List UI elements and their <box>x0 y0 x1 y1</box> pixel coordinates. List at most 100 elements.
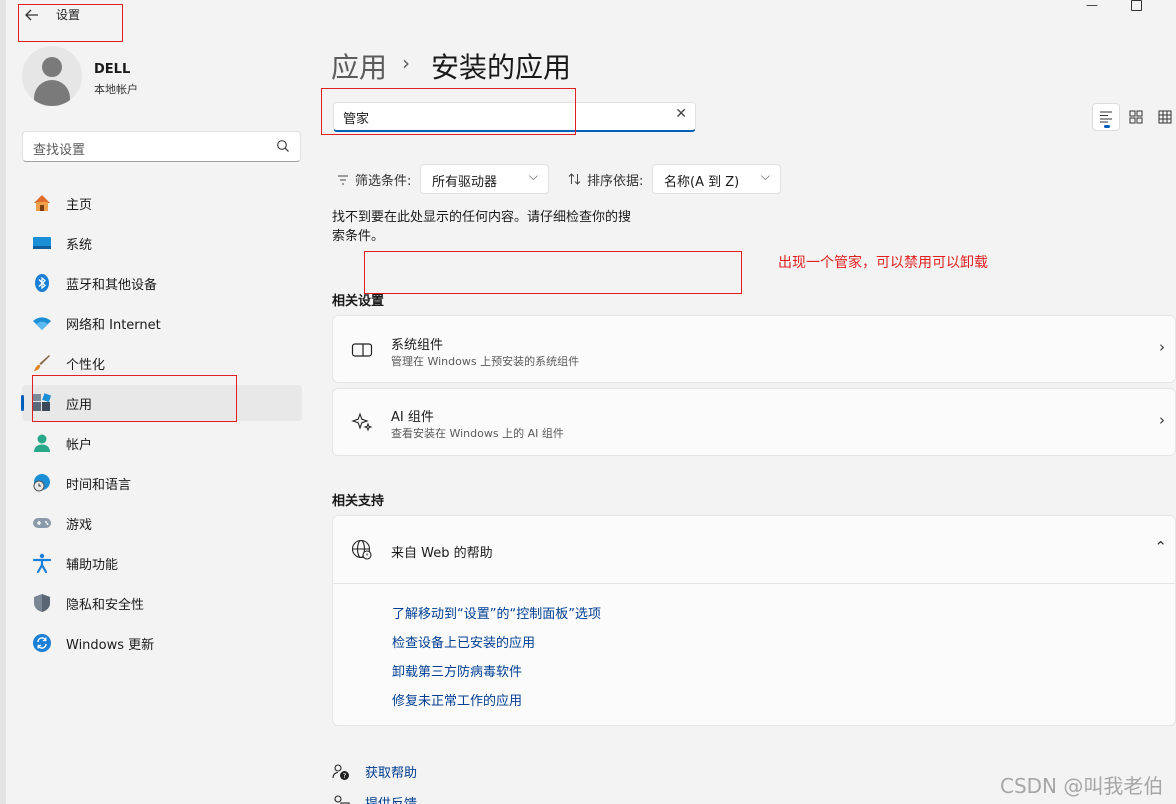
maximize-button[interactable] <box>1131 0 1142 11</box>
sidebar-item-label: 主页 <box>66 198 93 213</box>
avatar[interactable] <box>22 46 82 106</box>
annotation-box-title <box>18 4 123 42</box>
sidebar-item-bluetooth[interactable]: 蓝牙和其他设备 <box>22 265 302 301</box>
get-help-link[interactable]: ? 获取帮助 <box>332 762 482 781</box>
sidebar-item-label: 时间和语言 <box>66 478 132 493</box>
gamepad-icon <box>32 513 52 533</box>
avatar-head <box>42 57 62 77</box>
user-name: DELL <box>94 62 131 77</box>
shield-icon <box>32 593 52 613</box>
web-help-card: 来自 Web 的帮助 ⌃ 了解移动到“设置”的“控制面板”选项 检查设备上已安装… <box>332 515 1176 726</box>
help-link[interactable]: 了解移动到“设置”的“控制面板”选项 <box>392 603 601 622</box>
filter-label-text: 筛选条件: <box>355 174 412 189</box>
home-icon <box>32 193 52 213</box>
related-settings-title: 相关设置 <box>332 294 385 309</box>
feedback-label: 提供反馈 <box>365 793 417 804</box>
active-indicator <box>21 395 24 411</box>
globe-icon <box>351 539 372 560</box>
sidebar-item-accessibility[interactable]: 辅助功能 <box>22 545 302 581</box>
wifi-icon <box>32 313 52 333</box>
sidebar-item-label: 帐户 <box>66 438 93 453</box>
system-icon <box>32 233 52 253</box>
grid-view-button[interactable] <box>1151 103 1176 131</box>
brush-icon <box>32 353 52 373</box>
ai-components-card[interactable]: AI 组件 查看安装在 Windows 上的 AI 组件 › <box>332 388 1176 456</box>
sort-label-text: 排序依据: <box>587 174 644 189</box>
annotation-box-apps <box>32 375 237 422</box>
search-icon <box>277 140 289 152</box>
window-left-edge <box>0 0 6 804</box>
sidebar-item-label: 系统 <box>66 238 93 253</box>
help-link[interactable]: 检查设备上已安装的应用 <box>392 632 535 651</box>
list-view-button[interactable] <box>1092 103 1120 131</box>
bluetooth-icon <box>32 273 52 293</box>
sidebar-item-label: 游戏 <box>66 518 93 533</box>
sort-icon <box>568 173 581 185</box>
help-link[interactable]: 卸载第三方防病毒软件 <box>392 661 522 680</box>
clear-search-button[interactable]: ✕ <box>675 106 687 122</box>
system-components-card[interactable]: 系统组件 管理在 Windows 上预安装的系统组件 › <box>332 315 1176 383</box>
feedback-icon <box>334 795 350 804</box>
account-type: 本地帐户 <box>94 83 138 96</box>
sidebar-item-label: Windows 更新 <box>66 638 155 653</box>
accessibility-icon <box>32 553 52 573</box>
tile-view-icon <box>1129 110 1143 124</box>
web-help-title: 来自 Web 的帮助 <box>391 546 493 561</box>
search-placeholder: 查找设置 <box>33 143 86 158</box>
chevron-right-icon: › <box>1159 411 1165 429</box>
web-help-header[interactable]: 来自 Web 的帮助 ⌃ <box>333 516 1175 583</box>
get-help-label: 获取帮助 <box>365 766 418 781</box>
breadcrumb-parent[interactable]: 应用 <box>331 46 387 86</box>
minimize-button[interactable]: — <box>1086 0 1098 12</box>
help-link[interactable]: 修复未正常工作的应用 <box>392 690 522 709</box>
sidebar-item-windows-update[interactable]: Windows 更新 <box>22 625 302 661</box>
annotation-box-result <box>364 251 742 294</box>
card-subtitle: 查看安装在 Windows 上的 AI 组件 <box>391 427 564 440</box>
drive-filter-dropdown[interactable]: 所有驱动器 ⌵ <box>420 164 549 194</box>
sidebar-item-home[interactable]: 主页 <box>22 185 302 221</box>
annotation-box-search <box>321 88 576 135</box>
sort-dropdown[interactable]: 名称(A 到 Z) ⌵ <box>652 164 781 194</box>
empty-results-message: 找不到要在此处显示的任何内容。请仔细检查你的搜索条件。 <box>332 210 632 244</box>
account-icon <box>32 433 52 453</box>
chevron-right-icon: › <box>1159 338 1165 356</box>
sort-label: 排序依据: <box>568 170 643 189</box>
watermark: CSDN @叫我老伯 <box>1000 774 1164 798</box>
grid-view-icon <box>1158 110 1172 124</box>
sidebar-item-privacy[interactable]: 隐私和安全性 <box>22 585 302 621</box>
sidebar-item-label: 个性化 <box>66 358 106 373</box>
breadcrumb-separator: › <box>402 51 410 75</box>
system-components-icon <box>351 343 373 357</box>
avatar-body <box>34 80 70 106</box>
sidebar-item-time-language[interactable]: 时间和语言 <box>22 465 302 501</box>
feedback-link[interactable]: 提供反馈 <box>332 793 482 804</box>
chevron-down-icon: ⌵ <box>760 169 770 183</box>
sidebar-item-label: 网络和 Internet <box>66 318 161 333</box>
card-subtitle: 管理在 Windows 上预安装的系统组件 <box>391 355 580 368</box>
sparkle-icon <box>351 412 373 432</box>
card-title: 系统组件 <box>391 338 444 353</box>
help-person-icon: ? <box>332 764 349 780</box>
globe-clock-icon <box>32 473 52 493</box>
tile-view-button[interactable] <box>1122 103 1150 131</box>
sidebar-item-label: 辅助功能 <box>66 558 119 573</box>
card-title: AI 组件 <box>391 410 434 425</box>
sort-value: 名称(A 到 Z) <box>664 175 740 190</box>
list-view-icon <box>1100 111 1112 123</box>
svg-text:?: ? <box>343 772 347 780</box>
annotation-text: 出现一个管家，可以禁用可以卸载 <box>778 255 988 271</box>
chevron-up-icon[interactable]: ⌃ <box>1154 538 1167 556</box>
settings-search-input[interactable]: 查找设置 <box>22 131 301 162</box>
sidebar-item-label: 隐私和安全性 <box>66 598 145 613</box>
sidebar-item-gaming[interactable]: 游戏 <box>22 505 302 541</box>
update-icon <box>32 633 52 653</box>
sidebar-item-accounts[interactable]: 帐户 <box>22 425 302 461</box>
related-support-title: 相关支持 <box>332 494 385 509</box>
drive-filter-value: 所有驱动器 <box>432 175 498 190</box>
filter-label: 筛选条件: <box>337 170 411 189</box>
filter-icon <box>338 175 348 185</box>
divider <box>333 583 1175 584</box>
sidebar-item-label: 蓝牙和其他设备 <box>66 278 158 293</box>
sidebar-item-network[interactable]: 网络和 Internet <box>22 305 302 341</box>
sidebar-item-system[interactable]: 系统 <box>22 225 302 261</box>
